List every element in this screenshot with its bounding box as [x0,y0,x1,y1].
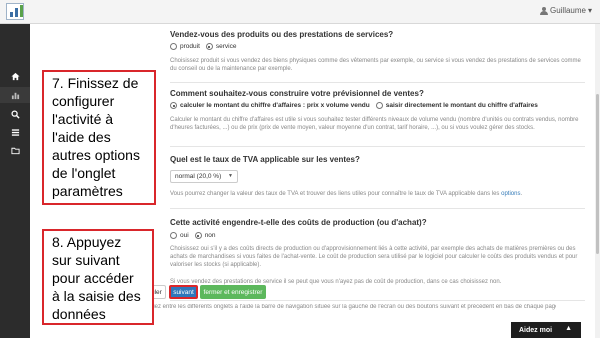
app-logo[interactable] [6,3,24,20]
chevron-down-icon: ▼ [228,173,233,179]
radio-enter-revenue[interactable] [375,102,383,109]
option-service[interactable]: service [205,43,236,50]
production-costs-options: oui non [170,232,222,239]
radio-oui[interactable] [170,232,177,239]
chevron-up-icon: ▲ [565,325,572,332]
forecast-method-options: calculer le montant du chiffre d'affaire… [170,102,544,109]
option-calculate-revenue[interactable]: calculer le montant du chiffre d'affaire… [170,102,370,109]
chevron-down-icon: ▾ [587,6,592,15]
radio-produit[interactable] [170,43,177,50]
radio-service[interactable] [205,43,213,50]
radio-calculate-revenue[interactable] [170,102,177,109]
user-name: Guillaume [549,6,586,15]
divider [170,208,585,209]
sidebar-item-dashboard[interactable] [0,87,30,103]
question-production-costs: Cette activité engendre-t-elle des coûts… [170,218,427,227]
help-text-q4: Choisissez oui s'il y a des coûts direct… [170,246,578,268]
home-icon [10,72,20,80]
search-icon [10,109,20,119]
option-oui[interactable]: oui [170,232,189,239]
help-text-q2: Calculer le montant du chiffre d'affaire… [170,117,579,131]
scrollbar[interactable] [595,24,600,338]
radio-non[interactable] [194,232,202,239]
option-enter-revenue[interactable]: saisir directement le montant du chiffre… [375,102,538,109]
sidebar-item-search[interactable] [0,106,30,122]
navigation-hint: Naviguez entre les différents onglets à … [136,304,556,310]
product-service-options: produit service [170,43,242,50]
divider [170,82,585,83]
option-non[interactable]: non [194,232,216,239]
question-vat-rate: Quel est le taux de TVA applicable sur l… [170,155,360,164]
question-product-or-service: Vendez-vous des produits ou des prestati… [170,30,394,39]
bar-chart-icon [11,92,19,99]
next-button[interactable]: suivant [169,285,198,299]
scrollbar-thumb[interactable] [596,94,599,254]
divider [170,146,585,147]
sidebar-item-home[interactable] [0,68,30,84]
user-menu[interactable]: Guillaume ▾ [539,6,592,15]
tutorial-annotation-step-8: 8. Appuyez sur suivant pour accéder à la… [42,229,154,325]
help-text-q3: Vous pourrez changer la valeur des taux … [170,191,523,197]
folder-icon [10,147,20,154]
sidebar-item-folder[interactable] [0,142,30,158]
close-and-save-button[interactable]: fermer et enregistrer [200,285,266,299]
help-me-button[interactable]: Aidez moi ▲ [511,322,581,338]
divider [170,300,585,301]
sidebar [0,24,30,338]
vat-rate-select[interactable]: normal (20,0 %) ▼ [170,170,238,183]
options-link[interactable]: options [501,191,520,197]
option-produit[interactable]: produit [170,43,200,50]
question-sales-forecast-method: Comment souhaitez-vous construire votre … [170,89,424,98]
top-bar: Guillaume ▾ [0,0,600,24]
list-icon [11,128,19,136]
user-icon [539,6,548,15]
help-text-q1: Choisissez produit si vous vendez des bi… [170,58,581,72]
tutorial-annotation-step-7: 7. Finissez de configurer l'activité à l… [42,70,156,205]
sidebar-item-list[interactable] [0,124,30,140]
